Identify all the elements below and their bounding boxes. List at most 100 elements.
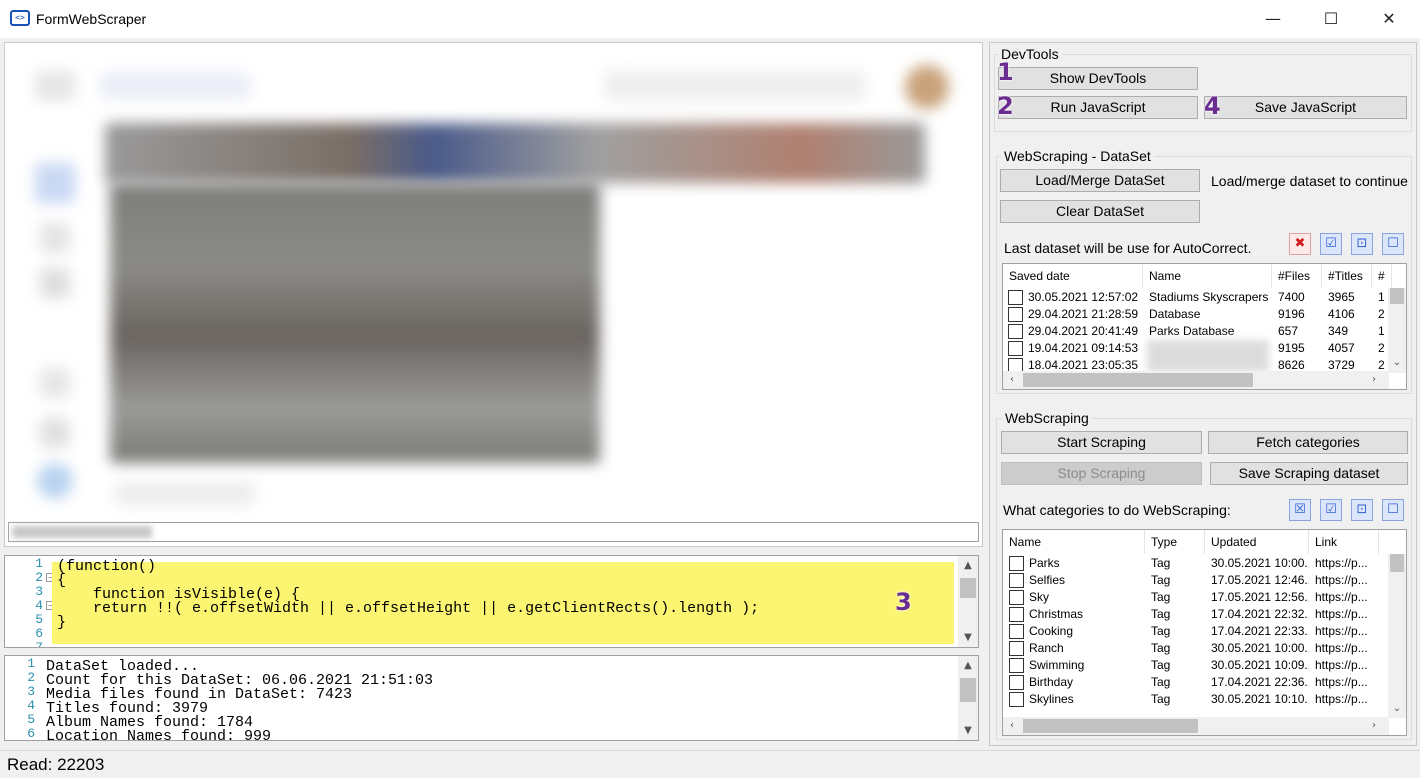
row-extra: 1 xyxy=(1378,290,1385,304)
row-checkbox[interactable] xyxy=(1009,624,1024,639)
row-extra: 1 xyxy=(1378,324,1385,338)
list-item[interactable]: Selfies Tag 17.05.2021 12:46... https://… xyxy=(1003,572,1406,589)
row-name: Sky xyxy=(1029,590,1050,604)
row-checkbox[interactable] xyxy=(1008,290,1023,305)
scroll-up-icon[interactable]: ▲ xyxy=(958,560,978,571)
list-item[interactable]: Swimming Tag 30.05.2021 10:09... https:/… xyxy=(1003,657,1406,674)
save-javascript-button[interactable]: Save JavaScript xyxy=(1204,96,1407,119)
column-type[interactable]: Type xyxy=(1145,530,1205,554)
categories-vertical-scrollbar[interactable]: ⌄ xyxy=(1388,554,1406,718)
webscraping-group-label: WebScraping xyxy=(1002,410,1092,426)
scroll-down-icon[interactable]: ⌄ xyxy=(1388,354,1406,372)
maximize-button[interactable]: ☐ xyxy=(1302,0,1360,38)
dataset-list[interactable]: Saved date Name #Files #Titles # 30.05.2… xyxy=(1002,263,1407,390)
scroll-thumb[interactable] xyxy=(960,578,976,598)
dataset-list-header: Saved date Name #Files #Titles # xyxy=(1003,264,1406,288)
scroll-thumb[interactable] xyxy=(960,678,976,702)
row-checkbox[interactable] xyxy=(1009,658,1024,673)
annotation-marker-3: 3 xyxy=(895,588,912,616)
row-checkbox[interactable] xyxy=(1008,341,1023,356)
status-text: Read: 22203 xyxy=(7,755,105,774)
row-checkbox[interactable] xyxy=(1009,692,1024,707)
row-name: Cooking xyxy=(1029,624,1074,638)
log-output[interactable]: 1 2 3 4 5 6 DataSet loaded... Count for … xyxy=(4,655,979,741)
list-item[interactable]: Parks Tag 30.05.2021 10:00... https://p.… xyxy=(1003,555,1406,572)
scroll-left-icon[interactable]: ‹ xyxy=(1003,717,1021,735)
row-checkbox[interactable] xyxy=(1009,675,1024,690)
row-checkbox[interactable] xyxy=(1008,324,1023,339)
list-item[interactable]: Cooking Tag 17.04.2021 22:33... https://… xyxy=(1003,623,1406,640)
run-javascript-button[interactable]: Run JavaScript xyxy=(998,96,1198,119)
blurred-photo xyxy=(110,183,600,463)
row-date: 29.04.2021 21:28:59 xyxy=(1028,307,1139,321)
start-scraping-button[interactable]: Start Scraping xyxy=(1001,431,1202,454)
uncheck-all-icon[interactable]: ☐ xyxy=(1382,499,1404,521)
address-bar[interactable] xyxy=(8,522,979,542)
table-row[interactable]: 29.04.2021 20:41:49 Parks Database 657 3… xyxy=(1003,323,1406,340)
column-link[interactable]: Link xyxy=(1309,530,1379,554)
select-inverse-icon[interactable]: ⊡ xyxy=(1351,499,1373,521)
scroll-right-icon[interactable]: › xyxy=(1365,371,1383,389)
row-checkbox[interactable] xyxy=(1009,573,1024,588)
select-inverse-icon[interactable]: ⊡ xyxy=(1351,233,1373,255)
save-scraping-dataset-button[interactable]: Save Scraping dataset xyxy=(1210,462,1408,485)
clear-selection-icon[interactable]: ☒ xyxy=(1289,499,1311,521)
log-line: Location Names found: 999 xyxy=(46,728,272,741)
scroll-down-icon[interactable]: ⌄ xyxy=(1388,700,1406,718)
fetch-categories-button[interactable]: Fetch categories xyxy=(1208,431,1408,454)
row-name: Birthday xyxy=(1029,675,1074,689)
code-line: } xyxy=(57,614,67,631)
scroll-left-icon[interactable]: ‹ xyxy=(1003,371,1021,389)
line-number: 5 xyxy=(35,612,43,627)
column-name[interactable]: Name xyxy=(1003,530,1145,554)
table-row[interactable]: 29.04.2021 21:28:59 Database 9196 4106 2 xyxy=(1003,306,1406,323)
scroll-thumb[interactable] xyxy=(1390,554,1404,572)
delete-icon[interactable]: ✖ xyxy=(1289,233,1311,255)
scroll-up-icon[interactable]: ▲ xyxy=(958,660,978,671)
minimize-button[interactable]: — xyxy=(1244,0,1302,38)
list-item[interactable]: Birthday Tag 17.04.2021 22:36... https:/… xyxy=(1003,674,1406,691)
scroll-down-icon[interactable]: ▼ xyxy=(958,632,978,643)
row-link: https://p... xyxy=(1315,641,1368,655)
close-button[interactable]: ✕ xyxy=(1360,0,1418,38)
stop-scraping-button[interactable]: Stop Scraping xyxy=(1001,462,1202,485)
row-type: Tag xyxy=(1151,590,1171,604)
row-checkbox[interactable] xyxy=(1009,556,1024,571)
clear-dataset-button[interactable]: Clear DataSet xyxy=(1000,200,1200,223)
uncheck-all-icon[interactable]: ☐ xyxy=(1382,233,1404,255)
dataset-vertical-scrollbar[interactable]: ⌄ xyxy=(1388,288,1406,373)
list-item[interactable]: Sky Tag 17.05.2021 12:56... https://p... xyxy=(1003,589,1406,606)
row-checkbox[interactable] xyxy=(1008,307,1023,322)
column-name[interactable]: Name xyxy=(1143,264,1272,288)
scroll-down-icon[interactable]: ▼ xyxy=(958,725,978,736)
table-row[interactable]: 30.05.2021 12:57:02 Stadiums Skyscrapers… xyxy=(1003,289,1406,306)
check-all-icon[interactable]: ☑ xyxy=(1320,233,1342,255)
list-item[interactable]: Skylines Tag 30.05.2021 10:10... https:/… xyxy=(1003,691,1406,708)
column-files[interactable]: #Files xyxy=(1272,264,1322,288)
row-updated: 30.05.2021 10:00... xyxy=(1211,556,1309,570)
column-saved-date[interactable]: Saved date xyxy=(1003,264,1143,288)
list-item[interactable]: Ranch Tag 30.05.2021 10:00... https://p.… xyxy=(1003,640,1406,657)
row-link: https://p... xyxy=(1315,675,1368,689)
show-devtools-button[interactable]: Show DevTools xyxy=(998,67,1198,90)
categories-list[interactable]: Name Type Updated Link Parks Tag 30.05.2… xyxy=(1002,529,1407,736)
scroll-thumb[interactable] xyxy=(1023,719,1198,733)
categories-horizontal-scrollbar[interactable]: ‹ › xyxy=(1003,717,1389,735)
log-vertical-scrollbar[interactable]: ▲ ▼ xyxy=(958,656,978,740)
column-updated[interactable]: Updated xyxy=(1205,530,1309,554)
column-titles[interactable]: #Titles xyxy=(1322,264,1372,288)
scroll-thumb[interactable] xyxy=(1023,373,1253,387)
list-item[interactable]: Christmas Tag 17.04.2021 22:32... https:… xyxy=(1003,606,1406,623)
scroll-right-icon[interactable]: › xyxy=(1365,717,1383,735)
editor-vertical-scrollbar[interactable]: ▲ ▼ xyxy=(958,556,978,647)
dataset-horizontal-scrollbar[interactable]: ‹ › xyxy=(1003,371,1389,389)
load-merge-dataset-button[interactable]: Load/Merge DataSet xyxy=(1000,169,1200,192)
check-all-icon[interactable]: ☑ xyxy=(1320,499,1342,521)
row-checkbox[interactable] xyxy=(1009,607,1024,622)
row-checkbox[interactable] xyxy=(1009,641,1024,656)
autocorrect-note: Last dataset will be use for AutoCorrect… xyxy=(1004,240,1252,256)
web-browser-view[interactable] xyxy=(4,42,983,547)
scroll-thumb[interactable] xyxy=(1390,288,1404,304)
column-extra[interactable]: # xyxy=(1372,264,1392,288)
row-checkbox[interactable] xyxy=(1009,590,1024,605)
